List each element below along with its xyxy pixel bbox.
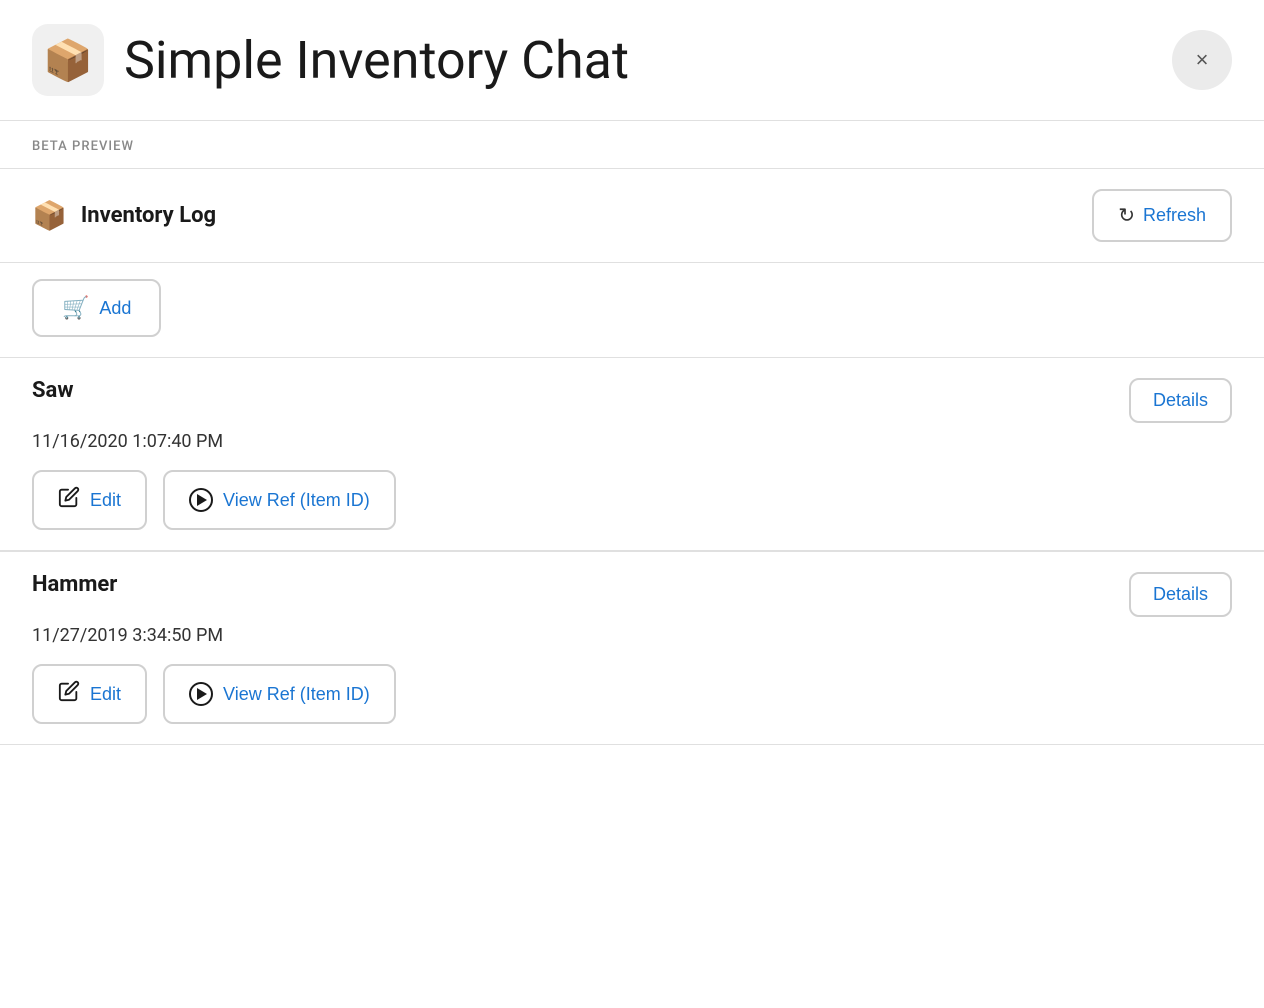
section-title: Inventory Log xyxy=(81,203,216,228)
add-button[interactable]: 🛒 Add xyxy=(32,279,161,337)
item-name: Saw xyxy=(32,378,73,403)
item-actions: Edit View Ref (Item ID) xyxy=(32,664,1232,724)
items-container: Saw Details 11/16/2020 1:07:40 PM Edit V… xyxy=(0,357,1264,745)
add-label: Add xyxy=(99,298,131,319)
toolbar-icon: 📦 xyxy=(32,199,67,232)
item-name: Hammer xyxy=(32,572,117,597)
beta-bar: BETA PREVIEW xyxy=(0,121,1264,168)
edit-label: Edit xyxy=(90,684,121,705)
edit-icon xyxy=(58,680,80,708)
view-ref-label: View Ref (Item ID) xyxy=(223,684,370,705)
refresh-label: Refresh xyxy=(1143,205,1206,226)
view-ref-button[interactable]: View Ref (Item ID) xyxy=(163,470,396,530)
app-header: 📦 Simple Inventory Chat × xyxy=(0,0,1264,120)
header-left: 📦 Simple Inventory Chat xyxy=(32,24,629,96)
circle-play-icon xyxy=(189,488,213,512)
details-button[interactable]: Details xyxy=(1129,378,1232,423)
item-actions: Edit View Ref (Item ID) xyxy=(32,470,1232,530)
beta-label: BETA PREVIEW xyxy=(32,139,134,154)
refresh-icon: ↻ xyxy=(1118,203,1135,228)
inventory-item: Hammer Details 11/27/2019 3:34:50 PM Edi… xyxy=(0,551,1264,744)
item-divider xyxy=(0,744,1264,745)
app-title: Simple Inventory Chat xyxy=(124,30,629,91)
edit-button[interactable]: Edit xyxy=(32,664,147,724)
add-cart-icon: 🛒 xyxy=(62,295,89,321)
action-bar: 🛒 Add xyxy=(0,263,1264,357)
view-ref-label: View Ref (Item ID) xyxy=(223,490,370,511)
edit-icon xyxy=(58,486,80,514)
close-icon: × xyxy=(1196,47,1209,73)
item-date: 11/16/2020 1:07:40 PM xyxy=(32,431,1232,452)
item-header: Saw Details xyxy=(32,378,1232,423)
play-triangle xyxy=(197,688,207,700)
toolbar: 📦 Inventory Log ↻ Refresh xyxy=(0,169,1264,262)
inventory-item: Saw Details 11/16/2020 1:07:40 PM Edit V… xyxy=(0,357,1264,550)
close-button[interactable]: × xyxy=(1172,30,1232,90)
edit-label: Edit xyxy=(90,490,121,511)
refresh-button[interactable]: ↻ Refresh xyxy=(1092,189,1232,242)
item-header: Hammer Details xyxy=(32,572,1232,617)
play-triangle xyxy=(197,494,207,506)
app-icon: 📦 xyxy=(32,24,104,96)
toolbar-left: 📦 Inventory Log xyxy=(32,199,216,232)
details-button[interactable]: Details xyxy=(1129,572,1232,617)
circle-play-icon xyxy=(189,682,213,706)
edit-button[interactable]: Edit xyxy=(32,470,147,530)
item-date: 11/27/2019 3:34:50 PM xyxy=(32,625,1232,646)
view-ref-button[interactable]: View Ref (Item ID) xyxy=(163,664,396,724)
